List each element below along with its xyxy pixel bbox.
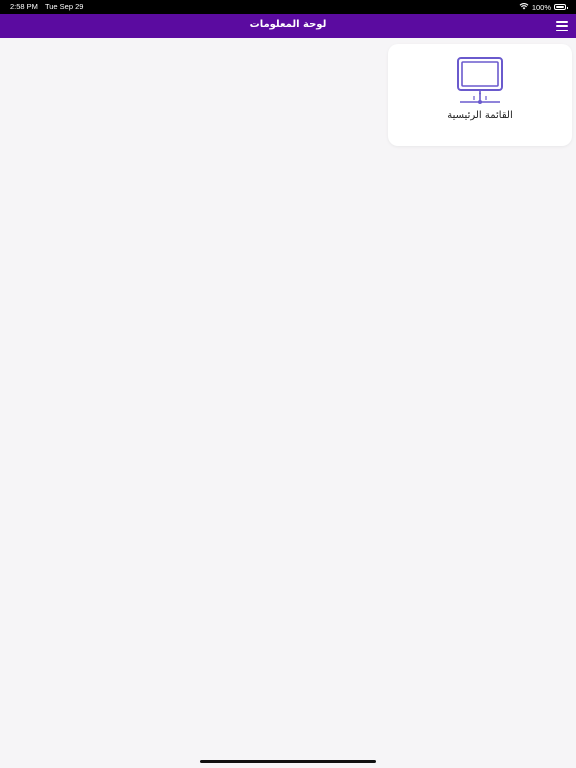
dashboard-content: القائمة الرئيسية	[0, 38, 576, 768]
monitor-icon	[457, 57, 503, 104]
battery-fill	[556, 6, 564, 8]
main-menu-card[interactable]: القائمة الرئيسية	[388, 44, 572, 146]
page-title: لوحة المعلومات	[249, 19, 327, 30]
battery-icon	[554, 4, 568, 10]
status-left: 2:58 PM Tue Sep 29	[10, 2, 83, 11]
status-date: Tue Sep 29	[44, 2, 84, 11]
menu-line	[556, 21, 568, 23]
hamburger-menu-icon[interactable]	[556, 21, 568, 31]
status-bar: 2:58 PM Tue Sep 29 100%	[0, 0, 576, 14]
app-header: لوحة المعلومات	[0, 14, 576, 38]
menu-line	[556, 29, 568, 31]
status-time: 2:58 PM	[10, 2, 38, 11]
menu-line	[556, 25, 568, 27]
home-indicator[interactable]	[200, 760, 376, 763]
battery-percent: 100%	[531, 2, 551, 12]
status-right: 100%	[519, 2, 568, 12]
main-menu-label: القائمة الرئيسية	[447, 110, 513, 121]
wifi-icon	[519, 2, 529, 12]
